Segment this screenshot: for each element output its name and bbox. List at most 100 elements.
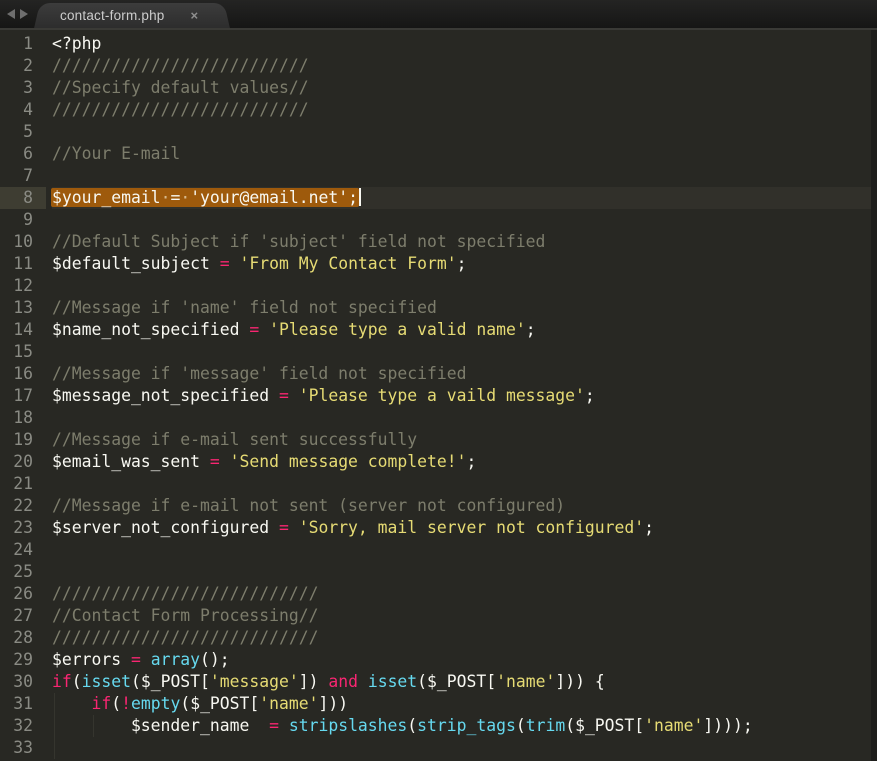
line-number[interactable]: 7	[0, 165, 46, 187]
code-line[interactable]: if(isset($_POST['message']) and isset($_…	[52, 671, 877, 693]
code-line[interactable]	[52, 473, 877, 495]
code-line[interactable]: $name_not_specified = 'Please type a val…	[52, 319, 877, 341]
code-line[interactable]: $default_subject = 'From My Contact Form…	[52, 253, 877, 275]
code-line[interactable]: $sender_name = stripslashes(strip_tags(t…	[52, 715, 877, 737]
line-number[interactable]: 11	[0, 253, 46, 275]
code-token-plain	[289, 518, 299, 537]
line-number[interactable]: 18	[0, 407, 46, 429]
code-token-plain: ])));	[703, 716, 752, 735]
code-line[interactable]: $your_email·=·'your@email.net';	[52, 187, 877, 209]
code-line[interactable]	[52, 275, 877, 297]
code-line[interactable]: //Your E-mail	[52, 143, 877, 165]
code-line[interactable]: $message_not_specified = 'Please type a …	[52, 385, 877, 407]
code-line[interactable]	[52, 407, 877, 429]
code-line[interactable]	[52, 737, 877, 759]
line-number[interactable]: 29	[0, 649, 46, 671]
line-number[interactable]: 26	[0, 583, 46, 605]
gutter: 1234567891011121314151617181920212223242…	[0, 30, 46, 761]
code-line[interactable]	[52, 209, 877, 231]
nav-forward-icon[interactable]	[20, 9, 28, 19]
close-icon[interactable]: ×	[191, 9, 199, 22]
line-number[interactable]: 25	[0, 561, 46, 583]
code-token-string: 'name'	[259, 694, 318, 713]
code-line[interactable]: $email_was_sent = 'Send message complete…	[52, 451, 877, 473]
line-number[interactable]: 30	[0, 671, 46, 693]
code-line[interactable]: //Specify default values//	[52, 77, 877, 99]
code-line[interactable]: $server_not_configured = 'Sorry, mail se…	[52, 517, 877, 539]
code-token-keyword: if	[52, 672, 72, 691]
code-line[interactable]: //Message if e-mail sent successfully	[52, 429, 877, 451]
code-token-plain: ($_POST[	[180, 694, 259, 713]
code-line[interactable]: //Message if 'message' field not specifi…	[52, 363, 877, 385]
code-line[interactable]	[52, 121, 877, 143]
code-line[interactable]: if(!empty($_POST['name']))	[52, 693, 877, 715]
line-number[interactable]: 14	[0, 319, 46, 341]
code-token-builtin: empty	[131, 694, 180, 713]
code-token-string: 'name'	[496, 672, 555, 691]
line-number[interactable]: 22	[0, 495, 46, 517]
line-number[interactable]: 8	[0, 187, 46, 209]
code-token-keyword: =	[131, 650, 141, 669]
code-token-comment: //////////////////////////	[52, 56, 309, 75]
line-number[interactable]: 12	[0, 275, 46, 297]
line-number[interactable]: 27	[0, 605, 46, 627]
code-token-plain: ])	[299, 672, 329, 691]
code-token-builtin: stripslashes	[289, 716, 407, 735]
line-number[interactable]: 6	[0, 143, 46, 165]
line-number[interactable]: 20	[0, 451, 46, 473]
code-token-plain: $email_was_sent	[52, 452, 210, 471]
code-token-plain: ])) {	[555, 672, 604, 691]
nav-back-icon[interactable]	[7, 9, 15, 19]
line-number[interactable]: 13	[0, 297, 46, 319]
line-number[interactable]: 31	[0, 693, 46, 715]
code-line[interactable]: //Message if 'name' field not specified	[52, 297, 877, 319]
code-token-keyword: =	[249, 320, 259, 339]
tab-contact-form-php[interactable]: contact-form.php ×	[44, 3, 220, 28]
code-line[interactable]: $errors = array();	[52, 649, 877, 671]
code-line[interactable]	[52, 539, 877, 561]
code-line[interactable]: //Default Subject if 'subject' field not…	[52, 231, 877, 253]
code-token-plain: (	[407, 716, 417, 735]
editor-pane: 1234567891011121314151617181920212223242…	[0, 30, 877, 761]
code-token-plain	[141, 650, 151, 669]
line-number[interactable]: 15	[0, 341, 46, 363]
selection-highlight: $your_email·=·'your@email.net';	[51, 188, 359, 207]
code-token-plain: $sender_name	[52, 716, 269, 735]
code-line[interactable]: //Contact Form Processing//	[52, 605, 877, 627]
code-token-plain: $default_subject	[52, 254, 220, 273]
code-line[interactable]	[52, 561, 877, 583]
code-token-comment: //Your E-mail	[52, 144, 180, 163]
line-number[interactable]: 23	[0, 517, 46, 539]
code-line[interactable]: <?php	[52, 33, 877, 55]
code-token-plain	[289, 386, 299, 405]
code-line[interactable]	[52, 341, 877, 363]
code-token-comment: //Default Subject if 'subject' field not…	[52, 232, 545, 251]
line-number[interactable]: 21	[0, 473, 46, 495]
code-line[interactable]: //////////////////////////	[52, 55, 877, 77]
line-number[interactable]: 3	[0, 77, 46, 99]
code-line[interactable]: //////////////////////////	[52, 99, 877, 121]
code-area[interactable]: <?php////////////////////////////Specify…	[52, 30, 877, 761]
line-number[interactable]: 33	[0, 737, 46, 759]
code-token-plain	[220, 452, 230, 471]
line-number[interactable]: 10	[0, 231, 46, 253]
line-number[interactable]: 2	[0, 55, 46, 77]
line-number[interactable]: 4	[0, 99, 46, 121]
code-token-keyword: =	[210, 452, 220, 471]
line-number[interactable]: 28	[0, 627, 46, 649]
code-token-comment: //Specify default values//	[52, 78, 309, 97]
code-line[interactable]: ///////////////////////////	[52, 583, 877, 605]
line-number[interactable]: 5	[0, 121, 46, 143]
line-number[interactable]: 16	[0, 363, 46, 385]
scrollbar-track[interactable]	[871, 30, 877, 761]
line-number[interactable]: 32	[0, 715, 46, 737]
code-line[interactable]: ///////////////////////////	[52, 627, 877, 649]
line-number[interactable]: 1	[0, 33, 46, 55]
line-number[interactable]: 17	[0, 385, 46, 407]
line-number[interactable]: 19	[0, 429, 46, 451]
line-number[interactable]: 9	[0, 209, 46, 231]
code-token-string: 'Please type a valid name'	[269, 320, 526, 339]
line-number[interactable]: 24	[0, 539, 46, 561]
code-line[interactable]	[52, 165, 877, 187]
code-line[interactable]: //Message if e-mail not sent (server not…	[52, 495, 877, 517]
